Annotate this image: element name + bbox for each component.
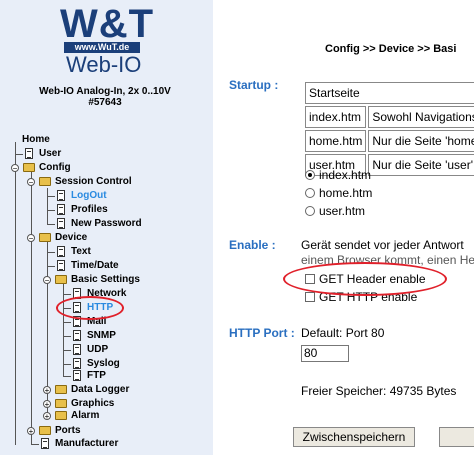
folder-open-icon [39, 233, 51, 242]
collapse-toggle-session-control[interactable]: − [27, 178, 35, 187]
document-icon [41, 438, 49, 449]
secondary-button[interactable] [439, 427, 474, 447]
folder-open-icon [39, 177, 51, 186]
expand-toggle-graphics[interactable]: + [43, 400, 51, 409]
document-icon [57, 190, 65, 201]
collapse-toggle-basic-settings[interactable]: − [43, 276, 51, 285]
main-content: Config >> Device >> Basi Startup : Start… [213, 0, 474, 455]
folder-icon [55, 411, 67, 420]
get-http-enable-checkbox[interactable] [305, 292, 315, 302]
table-row: home.htm Nur die Seite 'home [305, 130, 474, 152]
document-icon [73, 344, 81, 355]
enable-label: Enable : [229, 238, 276, 252]
table-row: Startseite [305, 82, 474, 104]
brand-logo: W&T [60, 2, 155, 46]
folder-open-icon [23, 163, 35, 172]
table-cell: Nur die Seite 'home [368, 130, 474, 152]
expand-toggle-ports[interactable]: + [27, 427, 35, 436]
document-icon [57, 260, 65, 271]
radio-button[interactable] [305, 188, 315, 198]
startup-option-home[interactable]: home.htm [305, 185, 372, 201]
save-temporary-button[interactable]: Zwischenspeichern [293, 427, 415, 447]
startup-option-user[interactable]: user.htm [305, 203, 365, 219]
table-cell: home.htm [305, 130, 367, 152]
breadcrumb: Config >> Device >> Basi [325, 43, 457, 55]
document-icon [57, 204, 65, 215]
document-icon [73, 358, 81, 369]
startup-option-index[interactable]: index.htm [305, 167, 371, 183]
expand-toggle-alarm[interactable]: + [43, 412, 51, 421]
document-icon [57, 246, 65, 257]
document-icon [25, 148, 33, 159]
http-port-label: HTTP Port : [229, 326, 295, 340]
get-header-highlight-ellipse [283, 262, 447, 296]
product-logo: Web-IO [66, 52, 142, 77]
table-cell: Sowohl Navigations [368, 106, 474, 128]
table-cell: index.htm [305, 106, 367, 128]
sidebar: W&T www.WuT.de Web-IO Web-IO Analog-In, … [0, 0, 213, 455]
startup-label: Startup : [229, 78, 279, 92]
document-icon [57, 218, 65, 229]
http-port-input[interactable]: 80 [301, 345, 349, 362]
expand-toggle-data-logger[interactable]: + [43, 386, 51, 395]
collapse-toggle-device[interactable]: − [27, 234, 35, 243]
device-name: Web-IO Analog-In, 2x 0..10V [39, 86, 171, 97]
device-info: Web-IO Analog-In, 2x 0..10V #57643 [20, 86, 190, 108]
http-port-default: Default: Port 80 [301, 326, 385, 340]
folder-open-icon [55, 275, 67, 284]
startup-table: Startseite index.htm Sowohl Navigations … [303, 80, 474, 178]
table-cell: Nur die Seite 'user' [368, 154, 474, 176]
http-highlight-ellipse [56, 296, 124, 320]
table-row: index.htm Sowohl Navigations [305, 106, 474, 128]
document-icon [73, 370, 81, 381]
document-icon [73, 330, 81, 341]
radio-button[interactable] [305, 206, 315, 216]
free-memory-text: Freier Speicher: 49735 Bytes [301, 384, 457, 398]
device-number: #57643 [88, 97, 122, 108]
radio-button-selected[interactable] [305, 170, 315, 180]
folder-icon [55, 399, 67, 408]
folder-icon [55, 385, 67, 394]
table-cell: Startseite [305, 82, 474, 104]
enable-description-line1: Gerät sendet vor jeder Antwort [301, 238, 464, 252]
collapse-toggle-config[interactable]: − [11, 164, 19, 173]
folder-icon [39, 426, 51, 435]
